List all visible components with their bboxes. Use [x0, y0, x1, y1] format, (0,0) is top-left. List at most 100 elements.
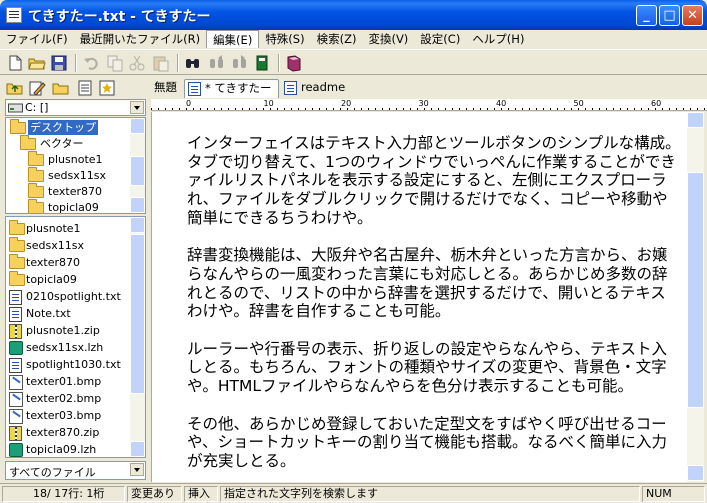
cursor-position: 18/ 17行: 1桁	[2, 486, 125, 502]
toolbar-separator	[177, 54, 179, 72]
tree-item-label: デスクトップ	[28, 120, 98, 135]
bookmark-icon[interactable]	[253, 54, 271, 72]
editor-line: タブで切り替えて、1つのウィンドウでいっぺんに作業することができ	[187, 152, 676, 171]
lzh-file-icon	[9, 341, 23, 355]
text-file-icon	[9, 358, 22, 373]
up-folder-icon[interactable]	[6, 79, 24, 97]
scroll-thumb[interactable]	[130, 234, 145, 394]
scroll-up-button[interactable]	[130, 118, 145, 134]
paste-icon[interactable]	[152, 54, 170, 72]
ruler-label: 30	[418, 99, 429, 108]
tree-scrollbar[interactable]	[130, 118, 145, 213]
text-editor[interactable]: インターフェイスはテキスト入力部とツールボタンのシンプルな構成。 タブで切り替えて…	[151, 112, 687, 482]
folder-icon	[9, 237, 25, 252]
scroll-up-button[interactable]	[687, 112, 704, 128]
maximize-button[interactable]: □	[659, 5, 680, 26]
title-bar[interactable]: てきすたー.txt - てきすたー _ □ ✕	[0, 0, 707, 30]
file-item-label: sedsx11sx	[26, 239, 84, 252]
document-tabs: 無題 * てきすたー readme	[150, 76, 707, 98]
file-type-filter[interactable]: すべてのファイル	[5, 461, 146, 480]
tab-2[interactable]: readme	[281, 79, 346, 98]
scroll-down-button[interactable]	[130, 441, 145, 457]
editor-line: その他、あらかじめ登録しておいた定型文をすばやく呼び出せるコー	[187, 414, 667, 433]
menu-item-7[interactable]: ヘルプ(H)	[466, 30, 530, 48]
menu-item-2[interactable]: 編集(E)	[206, 30, 260, 48]
menu-item-3[interactable]: 特殊(S)	[259, 30, 310, 48]
toolbar-separator	[75, 54, 77, 72]
scroll-thumb[interactable]	[687, 172, 704, 408]
app-icon[interactable]	[6, 7, 22, 23]
menu-item-4[interactable]: 検索(Z)	[311, 30, 363, 48]
tree-item-label: ベクター	[40, 137, 84, 150]
folder-icon	[28, 199, 44, 213]
editor-line: らなんやらの一風変わった言葉にも対応しとる。あらかじめ多数の辞	[187, 264, 668, 283]
find-icon[interactable]	[184, 54, 202, 72]
bitmap-file-icon	[9, 409, 23, 424]
copy-icon[interactable]	[106, 54, 124, 72]
menu-item-0[interactable]: ファイル(F)	[0, 30, 74, 48]
scroll-down-button[interactable]	[687, 465, 704, 481]
folder-icon	[28, 151, 44, 166]
menu-item-5[interactable]: 変換(V)	[362, 30, 414, 48]
list-icon[interactable]	[76, 79, 94, 97]
dropdown-arrow-icon[interactable]	[130, 463, 144, 476]
cut-icon[interactable]	[128, 54, 146, 72]
editor-line: ルーラーや行番号の表示、折り返しの設定やらなんやら、テキスト入	[187, 339, 668, 358]
close-button[interactable]: ✕	[682, 5, 703, 26]
scroll-thumb[interactable]	[130, 156, 145, 186]
editor-line: インターフェイスはテキスト入力部とツールボタンのシンプルな構成。	[187, 134, 681, 152]
dictionary-icon[interactable]	[285, 54, 303, 72]
text-file-icon	[9, 307, 22, 322]
drive-select[interactable]: C: []	[5, 99, 146, 116]
find-next-icon[interactable]	[231, 54, 249, 72]
editor-line: や。HTMLファイルやらなんやらを色分け表示することも可能。	[187, 377, 633, 396]
file-list-scrollbar[interactable]	[130, 217, 145, 457]
undo-icon[interactable]	[82, 54, 100, 72]
ruler: 0 10 20 30 40 50 60	[151, 99, 707, 111]
document-icon	[188, 82, 201, 96]
scroll-up-button[interactable]	[130, 217, 145, 233]
ruler-label: 20	[341, 99, 352, 108]
minimize-button[interactable]: _	[636, 5, 657, 26]
edit-icon[interactable]	[28, 79, 46, 97]
menu-item-6[interactable]: 設定(C)	[414, 30, 466, 48]
dropdown-arrow-icon[interactable]	[130, 101, 144, 114]
ruler-label: 40	[496, 99, 507, 108]
editor-line: 辞書変換機能は、大阪弁や名古屋弁、栃木弁といった方言から、お嬢	[187, 246, 668, 265]
scroll-down-button[interactable]	[130, 197, 145, 213]
file-item-label: topicla09.lzh	[26, 443, 97, 456]
new-file-icon[interactable]	[6, 54, 24, 72]
file-list[interactable]: plusnote1 sedsx11sx texter870 topicla09 0210…	[5, 216, 146, 458]
file-panel-toolbar	[0, 76, 150, 98]
open-folder-icon[interactable]	[28, 54, 46, 72]
file-item-label: texter03.bmp	[26, 409, 102, 422]
tree-item-label: texter870	[48, 185, 102, 198]
zip-file-icon	[9, 426, 22, 441]
file-item-label: Note.txt	[26, 307, 71, 320]
folder-icon	[28, 183, 44, 198]
file-item-label: texter870.zip	[26, 426, 100, 439]
editor-line: しとる。もちろん、フォントの種類やサイズの変更や、背景色・文字	[187, 358, 667, 377]
star-icon[interactable]	[98, 79, 116, 97]
tab-label: 無題	[154, 80, 177, 94]
folder-icon	[9, 220, 25, 235]
tab-1[interactable]: * てきすたー	[184, 79, 279, 98]
editor-line: ァイルリストパネルを表示する設定にすると、左側にエクスプローラ	[187, 171, 667, 190]
file-item-label: spotlight1030.txt	[26, 358, 121, 371]
save-icon[interactable]	[50, 54, 68, 72]
menu-item-1[interactable]: 最近開いたファイル(R)	[74, 30, 206, 48]
find-prev-icon[interactable]	[208, 54, 226, 72]
editor-line: わけや。辞書を自作することも可能。	[187, 302, 451, 321]
editor-scrollbar[interactable]	[687, 112, 704, 482]
drive-icon	[8, 103, 23, 113]
folder-tree[interactable]: デスクトップ ベクター plusnote1 sedsx11sx texter870 top…	[5, 117, 146, 214]
tab-0[interactable]: 無題	[152, 79, 182, 98]
folder-icon	[9, 254, 25, 269]
editor-line: が充実しとる。	[187, 451, 296, 470]
folder-icon[interactable]	[52, 79, 70, 97]
folder-icon	[9, 271, 25, 286]
text-file-icon	[9, 290, 22, 305]
ruler-label: 60	[651, 99, 662, 108]
tree-item-label: sedsx11sx	[48, 169, 106, 182]
tab-label: readme	[301, 80, 346, 94]
